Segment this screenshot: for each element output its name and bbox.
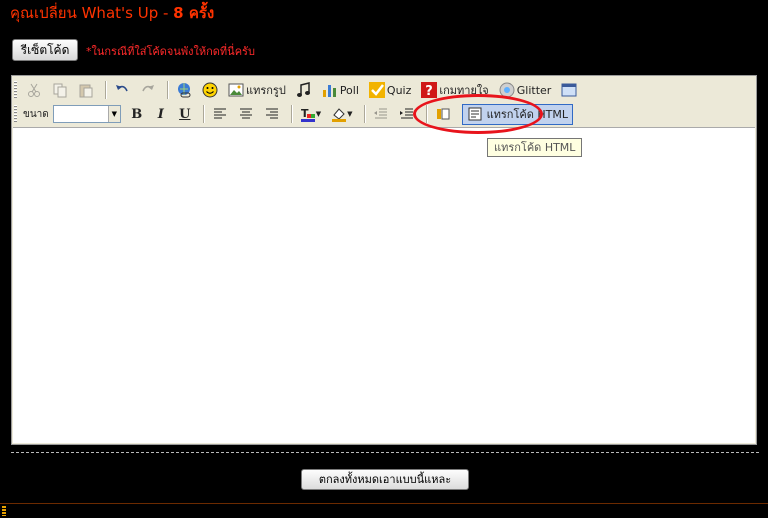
page-title: คุณเปลี่ยน What's Up - 8 ครั้ง xyxy=(10,2,214,24)
toolbar-grip xyxy=(14,105,17,123)
outdent-icon[interactable] xyxy=(370,104,392,124)
poll-button[interactable]: Poll xyxy=(319,80,362,100)
html-code-icon xyxy=(468,107,482,121)
redo-icon[interactable] xyxy=(137,80,159,100)
separator xyxy=(105,81,107,99)
font-size-label: ขนาด xyxy=(23,108,49,120)
svg-text:T: T xyxy=(301,107,309,120)
quiz-label: Quiz xyxy=(386,83,412,97)
align-right-icon[interactable] xyxy=(261,104,283,124)
title-prefix: คุณเปลี่ยน What's Up - xyxy=(10,4,174,22)
editor-content-area[interactable] xyxy=(13,127,755,443)
separator xyxy=(425,105,428,123)
glitter-button[interactable]: Glitter xyxy=(496,80,555,100)
flash-icon[interactable] xyxy=(432,104,454,124)
cut-icon[interactable] xyxy=(23,80,45,100)
link-icon[interactable] xyxy=(173,80,195,100)
font-size-select[interactable]: ▼ xyxy=(52,105,121,123)
bg-color-icon[interactable]: ▼ xyxy=(328,104,355,124)
svg-text:?: ? xyxy=(426,84,434,98)
insert-html-label: แทรกโค้ด HTML xyxy=(486,108,568,121)
copy-icon[interactable] xyxy=(49,80,71,100)
title-count: 8 ครั้ง xyxy=(173,4,215,22)
smiley-icon[interactable] xyxy=(199,80,221,100)
insert-html-button[interactable]: แทรกโค้ด HTML xyxy=(461,103,573,125)
corner-decoration xyxy=(2,506,6,516)
insert-image-button[interactable]: แทรกรูป xyxy=(225,80,289,100)
separator xyxy=(363,105,366,123)
reset-code-button[interactable]: รีเซ็ตโค้ด xyxy=(12,39,78,61)
align-left-icon[interactable] xyxy=(209,104,231,124)
game-label: เกมทายใจ xyxy=(439,84,489,97)
rich-text-editor: แทรกรูป Poll Quiz ? เกมทายใจ Glitter ขนา… xyxy=(11,75,757,445)
submit-button[interactable]: ตกลงทั้งหมดเอาแบบนี้แหละ xyxy=(301,469,469,490)
italic-button[interactable]: I xyxy=(151,104,171,124)
bottom-divider xyxy=(0,503,768,504)
insert-image-label: แทรกรูป xyxy=(246,84,286,97)
window-icon[interactable] xyxy=(558,80,580,100)
question-icon: ? xyxy=(421,82,438,98)
bold-button[interactable]: B xyxy=(127,104,147,124)
toolbar-row-1: แทรกรูป Poll Quiz ? เกมทายใจ Glitter xyxy=(14,78,584,102)
paste-icon[interactable] xyxy=(75,80,97,100)
glitter-label: Glitter xyxy=(516,83,552,97)
checkmark-icon xyxy=(368,82,385,98)
underline-button[interactable]: U xyxy=(175,104,195,124)
image-icon xyxy=(228,83,244,97)
separator xyxy=(290,105,293,123)
toolbar-grip xyxy=(14,81,17,99)
glitter-icon xyxy=(499,82,515,98)
game-button[interactable]: ? เกมทายใจ xyxy=(418,80,491,100)
undo-icon[interactable] xyxy=(111,80,133,100)
toolbar-row-2: ขนาด ▼ B I U T ▼ ▼ แทรกโค้ด HTML xyxy=(14,102,573,126)
align-center-icon[interactable] xyxy=(235,104,257,124)
separator xyxy=(167,81,169,99)
quiz-button[interactable]: Quiz xyxy=(366,80,414,100)
indent-icon[interactable] xyxy=(396,104,418,124)
bar-chart-icon xyxy=(322,85,336,97)
poll-label: Poll xyxy=(339,83,359,97)
text-color-icon[interactable]: T ▼ xyxy=(297,104,324,124)
reset-note: *ในกรณีที่ใส่โค้ดจนพังให้กดที่นี่ครับ xyxy=(86,45,255,58)
divider xyxy=(11,452,759,453)
separator xyxy=(202,105,205,123)
tooltip: แทรกโค้ด HTML xyxy=(487,138,583,157)
music-note-icon[interactable] xyxy=(293,80,315,100)
chevron-down-icon[interactable]: ▼ xyxy=(107,106,120,122)
